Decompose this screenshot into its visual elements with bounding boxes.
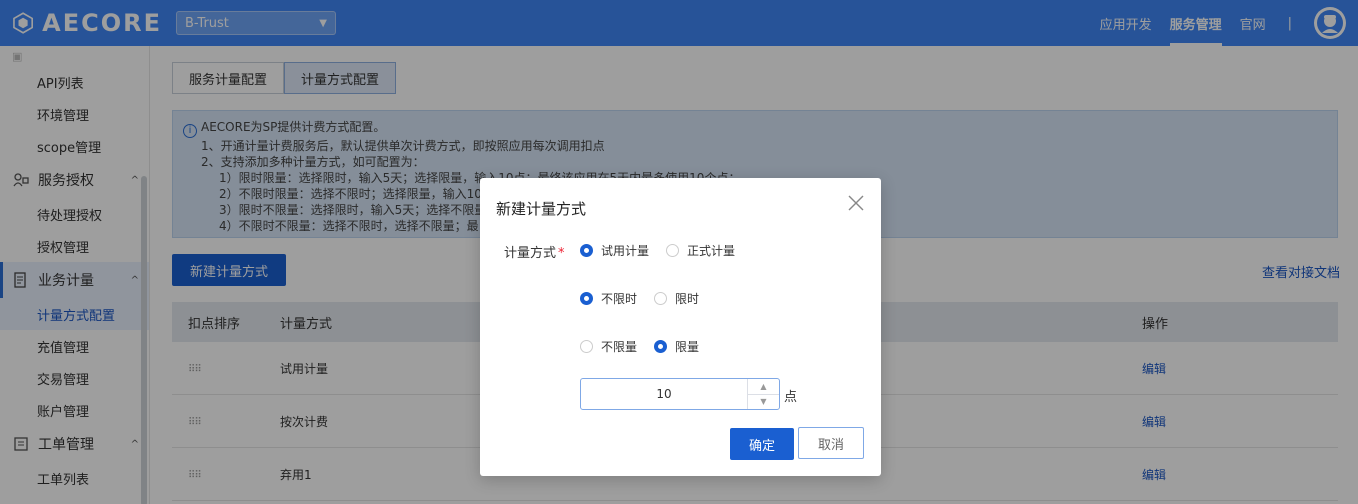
new-metering-dialog: 新建计量方式 计量方式 * 试用计量 正式计量 不限时 限时 不限量 限量 10 … xyxy=(480,178,881,476)
radio-formal[interactable]: 正式计量 xyxy=(666,242,735,259)
radio-limited-quota[interactable]: 限量 xyxy=(654,338,699,355)
stepper-controls: ▲ ▼ xyxy=(747,379,779,409)
radio-label: 试用计量 xyxy=(601,244,650,258)
quota-input[interactable]: 10 xyxy=(581,379,747,409)
radio-unchecked-icon xyxy=(654,292,667,305)
chevron-up-icon[interactable]: ▲ xyxy=(748,379,779,394)
radio-unchecked-icon xyxy=(666,244,679,257)
chevron-down-icon[interactable]: ▼ xyxy=(748,393,779,410)
radio-unlimited-quota[interactable]: 不限量 xyxy=(580,338,637,355)
radio-label: 限量 xyxy=(675,340,700,354)
quota-stepper[interactable]: 10 ▲ ▼ xyxy=(580,378,780,410)
field-label: 计量方式 * xyxy=(504,242,565,261)
radio-unlimited-time[interactable]: 不限时 xyxy=(580,290,637,307)
radio-unchecked-icon xyxy=(580,340,593,353)
radio-label: 不限时 xyxy=(601,292,638,306)
quota-unit: 点 xyxy=(784,390,798,405)
dialog-title: 新建计量方式 xyxy=(496,200,587,218)
field-label-text: 计量方式 xyxy=(504,246,557,261)
radio-label: 不限量 xyxy=(601,340,638,354)
radio-trial[interactable]: 试用计量 xyxy=(580,242,649,259)
radio-limited-time[interactable]: 限时 xyxy=(654,290,699,307)
radio-checked-icon xyxy=(580,292,593,305)
confirm-button[interactable]: 确定 xyxy=(730,428,794,460)
cancel-button[interactable]: 取消 xyxy=(798,427,864,459)
radio-checked-icon xyxy=(654,340,667,353)
radio-label: 限时 xyxy=(675,292,700,306)
radio-label: 正式计量 xyxy=(687,244,736,258)
required-mark: * xyxy=(558,246,565,261)
radio-checked-icon xyxy=(580,244,593,257)
close-icon[interactable] xyxy=(847,194,865,212)
